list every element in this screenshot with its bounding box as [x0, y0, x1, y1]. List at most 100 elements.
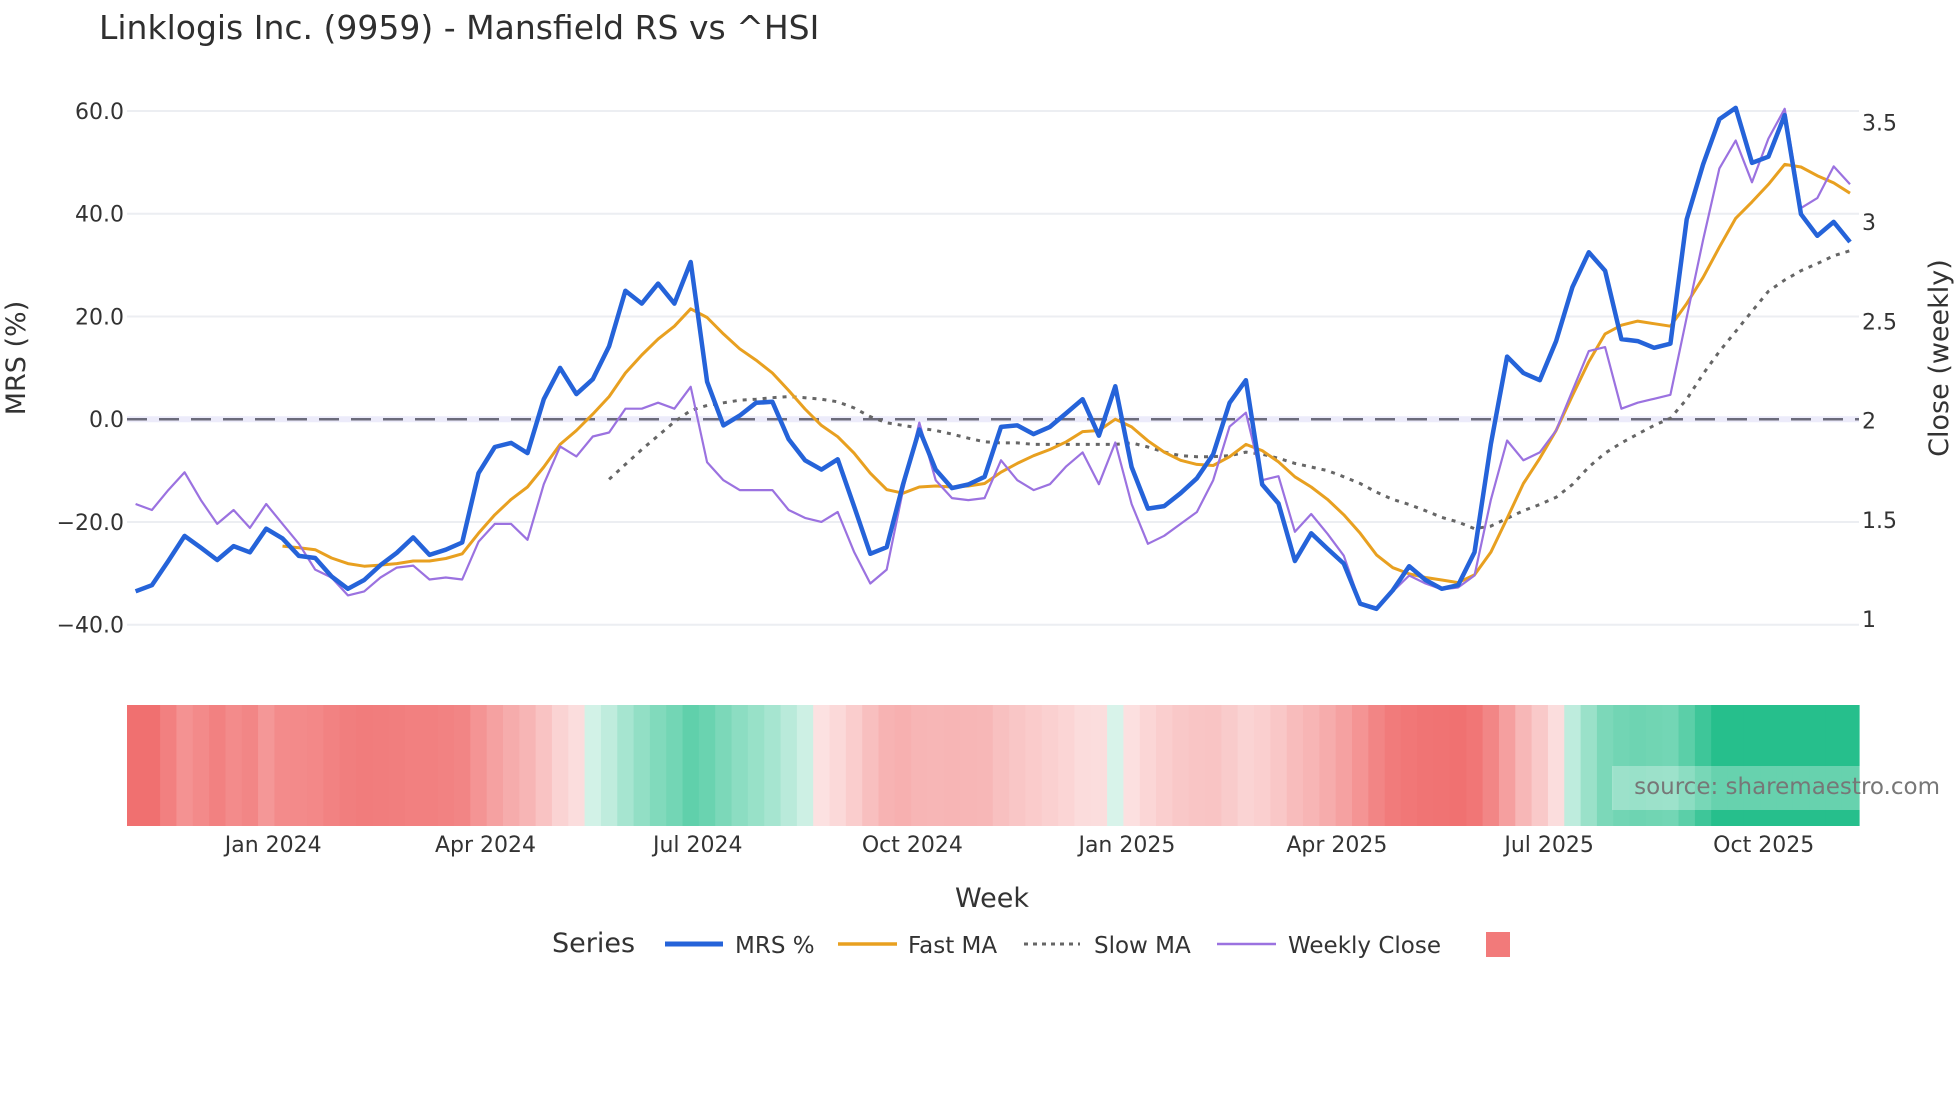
- heatmap-cell: [1156, 705, 1174, 826]
- heatmap-cell: [307, 705, 324, 826]
- heatmap-cell: [551, 705, 569, 826]
- gridlines: [127, 109, 1859, 626]
- heatmap-cell: [437, 705, 455, 826]
- heatmap-cell: [176, 705, 194, 826]
- heatmap-cell: [1270, 705, 1288, 826]
- y2-tick-label: 2: [1862, 410, 1876, 435]
- heatmap-cell: [339, 705, 357, 826]
- heatmap-cell: [747, 705, 765, 826]
- heatmap-cell: [1286, 705, 1304, 826]
- x-tick-label: Apr 2025: [1286, 833, 1387, 858]
- x-axis-title: Week: [955, 883, 1029, 914]
- heatmap-cell: [1303, 705, 1320, 826]
- heatmap-cell: [1074, 705, 1092, 826]
- legend-mrs[interactable]: MRS %: [735, 933, 815, 959]
- heatmap-cell: [894, 705, 912, 826]
- heatmap-cell: [323, 705, 341, 826]
- y-axis-title: MRS (%): [1, 301, 32, 416]
- heatmap-cell: [796, 705, 814, 826]
- heatmap-cell: [405, 705, 422, 826]
- heatmap-strip: [127, 705, 1860, 826]
- heatmap-cell: [1531, 705, 1549, 826]
- heatmap-cell: [1449, 705, 1467, 826]
- heatmap-cell: [486, 705, 504, 826]
- heatmap-cell: [1400, 705, 1418, 826]
- heatmap-cell: [1025, 705, 1043, 826]
- heatmap-cell: [731, 705, 749, 826]
- y2-tick-label: 3: [1862, 211, 1876, 236]
- heatmap-cell: [1384, 705, 1402, 826]
- heatmap-cell: [502, 705, 520, 826]
- heatmap-cell: [1058, 705, 1076, 826]
- heatmap-cell: [1139, 705, 1157, 826]
- heatmap-cell: [1547, 705, 1565, 826]
- y2-tick-label: 1: [1862, 608, 1876, 633]
- legend-fast-ma[interactable]: Fast MA: [908, 933, 997, 959]
- heatmap-cell: [649, 705, 667, 826]
- heatmap-cell: [1580, 705, 1598, 826]
- heatmap-cell: [1319, 705, 1337, 826]
- heatmap-cell: [600, 705, 618, 826]
- heatmap-cell: [127, 705, 145, 826]
- heatmap-cell: [715, 705, 733, 826]
- heatmap-cell: [1123, 705, 1141, 826]
- y-tick-label: 0.0: [89, 408, 124, 433]
- heatmap-cell: [976, 705, 994, 826]
- series-weekly-close: [135, 107, 1851, 609]
- heatmap-cell: [1188, 705, 1206, 826]
- legend-title: Series: [552, 928, 635, 959]
- heatmap-cell: [1172, 705, 1190, 826]
- x-tick-label: Oct 2024: [862, 833, 963, 858]
- heatmap-cell: [1564, 705, 1582, 826]
- x-tick-label: Oct 2025: [1713, 833, 1814, 858]
- heatmap-cell: [878, 705, 896, 826]
- heatmap-cell: [829, 705, 847, 826]
- heatmap-cell: [617, 705, 635, 826]
- heatmap-cell: [927, 705, 945, 826]
- legend: Series MRS % Fast MA Slow MA Weekly Clos…: [552, 928, 1510, 959]
- heatmap-cell: [1237, 705, 1255, 826]
- heatmap-cell: [633, 705, 651, 826]
- heatmap-cell: [1335, 705, 1353, 826]
- y2-tick-label: 3.5: [1862, 112, 1897, 137]
- heatmap-cell: [1254, 705, 1271, 826]
- heatmap-cell: [1009, 705, 1027, 826]
- source-text: source: sharemaestro.com: [1634, 774, 1940, 800]
- chart-canvas: 60.0 40.0 20.0 0.0 −20.0 −40.0 3.5 3 2.5 2 1.5 1 Jan…: [1, 100, 1955, 959]
- series-mrs: [134, 105, 1852, 612]
- y-tick-label: −20.0: [57, 511, 124, 536]
- heatmap-cell: [1352, 705, 1369, 826]
- heatmap-cell: [1433, 705, 1451, 826]
- y-tick-label: 20.0: [75, 305, 124, 330]
- heatmap-cell: [290, 705, 308, 826]
- heatmap-cell: [943, 705, 961, 826]
- heatmap-cell: [1107, 705, 1125, 826]
- heatmap-cell: [1041, 705, 1059, 826]
- legend-heatmap-swatch[interactable]: [1486, 932, 1510, 957]
- series-slow-ma: [608, 249, 1851, 531]
- series-fast-ma: [282, 162, 1851, 585]
- y2-axis-title: Close (weekly): [1924, 259, 1955, 457]
- heatmap-cell: [584, 705, 602, 826]
- heatmap-cell: [568, 705, 586, 826]
- heatmap-cell: [1090, 705, 1108, 826]
- heatmap-cell: [862, 705, 880, 826]
- heatmap-cell: [519, 705, 537, 826]
- heatmap-cell: [225, 705, 243, 826]
- heatmap-cell: [698, 705, 716, 826]
- legend-slow-ma[interactable]: Slow MA: [1094, 933, 1191, 959]
- source-watermark: source: sharemaestro.com: [1612, 766, 1940, 810]
- heatmap-cell: [192, 705, 210, 826]
- heatmap-cell: [1221, 705, 1239, 826]
- legend-weekly-close[interactable]: Weekly Close: [1288, 933, 1441, 959]
- heatmap-cell: [160, 705, 178, 826]
- x-tick-label: Jan 2025: [1076, 833, 1175, 858]
- x-tick-label: Jul 2024: [651, 833, 743, 858]
- heatmap-cell: [1498, 705, 1516, 826]
- y2-tick-label: 2.5: [1862, 310, 1897, 335]
- heatmap-cell: [1417, 705, 1435, 826]
- y2-tick-label: 1.5: [1862, 509, 1897, 534]
- heatmap-cell: [143, 705, 161, 826]
- heatmap-cell: [780, 705, 798, 826]
- heatmap-cell: [1515, 705, 1533, 826]
